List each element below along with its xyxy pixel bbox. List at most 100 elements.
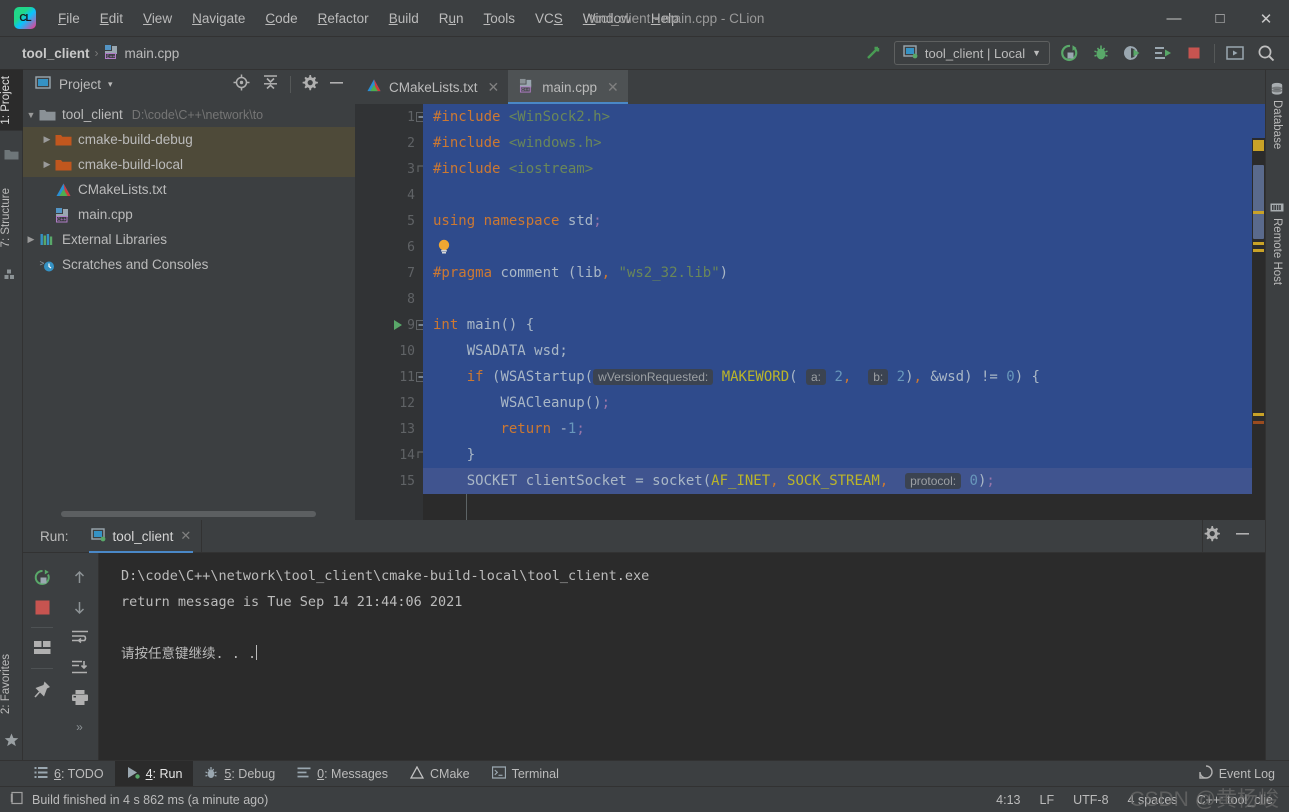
tool-window-cmake[interactable]: CMake bbox=[399, 761, 481, 787]
maximize-button[interactable]: □ bbox=[1197, 0, 1243, 37]
gear-icon[interactable] bbox=[1203, 525, 1220, 547]
editor-marker-bar[interactable] bbox=[1252, 138, 1265, 520]
menu-vcs[interactable]: VCS bbox=[525, 7, 573, 30]
print-icon[interactable] bbox=[65, 682, 95, 712]
chevron-down-icon[interactable]: ▾ bbox=[108, 79, 113, 90]
code-line[interactable]: #include <windows.h> bbox=[423, 130, 1265, 156]
warning-marker[interactable] bbox=[1253, 413, 1264, 416]
menu-help[interactable]: Help bbox=[641, 7, 689, 30]
collapse-all-icon[interactable] bbox=[261, 73, 280, 97]
close-button[interactable]: ✕ bbox=[1243, 0, 1289, 37]
menu-build[interactable]: Build bbox=[379, 7, 429, 30]
editor-scrollbar-thumb[interactable] bbox=[1253, 165, 1264, 239]
folder-icon[interactable] bbox=[4, 148, 19, 163]
tool-window-todo[interactable]: 6: TODO bbox=[23, 761, 115, 787]
down-icon[interactable] bbox=[65, 592, 95, 622]
gear-icon[interactable] bbox=[301, 74, 318, 96]
warning-marker[interactable] bbox=[1253, 242, 1264, 245]
menu-view[interactable]: View bbox=[133, 7, 182, 30]
scroll-to-end-icon[interactable] bbox=[65, 652, 95, 682]
minimize-button[interactable]: — bbox=[1151, 0, 1197, 37]
menu-run[interactable]: Run bbox=[429, 7, 474, 30]
hide-icon[interactable] bbox=[1234, 525, 1251, 547]
expand-arrow-icon[interactable]: ▶ bbox=[39, 159, 55, 170]
close-icon[interactable]: ✕ bbox=[607, 79, 619, 96]
tool-window-run[interactable]: 4: Run bbox=[114, 760, 194, 787]
menu-refactor[interactable]: Refactor bbox=[308, 7, 379, 30]
console-output[interactable]: D:\code\C++\network\tool_client\cmake-bu… bbox=[99, 553, 1265, 760]
expand-arrow-icon[interactable]: ▶ bbox=[23, 234, 39, 245]
tree-item-cmake-build-debug[interactable]: ▶ cmake-build-debug bbox=[23, 127, 355, 152]
locate-icon[interactable] bbox=[232, 73, 251, 97]
build-icon[interactable] bbox=[863, 42, 885, 64]
tree-item-cmakelists[interactable]: CMakeLists.txt bbox=[23, 177, 355, 202]
search-everywhere-icon[interactable] bbox=[1255, 42, 1277, 64]
sidebar-item-project[interactable]: 1: Project bbox=[0, 70, 23, 131]
sidebar-item-remote-host[interactable]: Remote Host bbox=[1265, 195, 1289, 291]
soft-wrap-icon[interactable] bbox=[65, 622, 95, 652]
terminal-icon[interactable] bbox=[1224, 42, 1246, 64]
run-with-coverage-icon[interactable] bbox=[1121, 42, 1143, 64]
tree-item-main-cpp[interactable]: C++ main.cpp bbox=[23, 202, 355, 227]
run-gutter-icon[interactable] bbox=[391, 312, 405, 338]
close-icon[interactable]: ✕ bbox=[180, 528, 191, 544]
tab-cmakelists[interactable]: CMakeLists.txt ✕ bbox=[355, 70, 508, 104]
tool-window-terminal[interactable]: Terminal bbox=[481, 761, 570, 787]
event-log-button[interactable]: Event Log bbox=[1199, 765, 1289, 782]
code-line[interactable] bbox=[423, 234, 1265, 260]
run-configuration-selector[interactable]: tool_client | Local ▼ bbox=[893, 41, 1050, 65]
language-level[interactable]: C++: tool_clie bbox=[1197, 793, 1273, 807]
structure-icon[interactable] bbox=[4, 268, 19, 283]
tree-item-scratches[interactable]: > Scratches and Consoles bbox=[23, 252, 355, 277]
sidebar-item-database[interactable]: Database bbox=[1265, 76, 1289, 155]
inspection-status-marker[interactable] bbox=[1253, 140, 1264, 151]
menu-code[interactable]: Code bbox=[255, 7, 307, 30]
tree-item-cmake-build-local[interactable]: ▶ cmake-build-local bbox=[23, 152, 355, 177]
code-text-area[interactable]: #include <WinSock2.h> #include <windows.h… bbox=[423, 104, 1265, 520]
run-tab-tool_client[interactable]: tool_client ✕ bbox=[81, 520, 202, 553]
menu-navigate[interactable]: Navigate bbox=[182, 7, 255, 30]
sidebar-item-structure[interactable]: 7: Structure bbox=[0, 182, 23, 253]
breadcrumb-file[interactable]: C++ main.cpp bbox=[104, 44, 179, 62]
breadcrumb-project[interactable]: tool_client bbox=[22, 46, 90, 61]
hide-icon[interactable] bbox=[328, 74, 349, 96]
tab-main-cpp[interactable]: C++ main.cpp ✕ bbox=[508, 70, 628, 104]
tool-window-debug[interactable]: 5: Debug bbox=[193, 761, 286, 787]
code-line[interactable]: WSACleanup(); bbox=[423, 390, 1265, 416]
code-line[interactable]: using namespace std; bbox=[423, 208, 1265, 234]
file-encoding[interactable]: UTF-8 bbox=[1073, 793, 1108, 807]
menu-tools[interactable]: Tools bbox=[474, 7, 526, 30]
code-line[interactable]: WSADATA wsd; bbox=[423, 338, 1265, 364]
tool-window-messages[interactable]: 0: Messages bbox=[286, 761, 399, 787]
more-icon[interactable]: » bbox=[65, 712, 95, 742]
indent-setting[interactable]: 4 spaces bbox=[1128, 793, 1178, 807]
menu-edit[interactable]: Edit bbox=[90, 7, 133, 30]
project-horizontal-scrollbar[interactable] bbox=[61, 511, 316, 517]
rerun-icon[interactable] bbox=[27, 562, 57, 592]
code-line[interactable]: return -1; bbox=[423, 416, 1265, 442]
sidebar-item-favorites[interactable]: 2: Favorites bbox=[0, 648, 23, 720]
code-line[interactable]: int main() { bbox=[423, 312, 1265, 338]
code-line[interactable] bbox=[423, 182, 1265, 208]
warning-marker[interactable] bbox=[1253, 249, 1264, 252]
up-icon[interactable] bbox=[65, 562, 95, 592]
line-separator[interactable]: LF bbox=[1040, 793, 1055, 807]
code-line[interactable]: #pragma comment (lib, "ws2_32.lib") bbox=[423, 260, 1265, 286]
tree-item-external-libraries[interactable]: ▶ External Libraries bbox=[23, 227, 355, 252]
code-line[interactable]: #include <WinSock2.h> bbox=[423, 104, 1265, 130]
star-icon[interactable] bbox=[4, 733, 19, 748]
intention-bulb-icon[interactable] bbox=[435, 238, 453, 256]
status-message[interactable]: Build finished in 4 s 862 ms (a minute a… bbox=[0, 791, 268, 808]
menu-window[interactable]: Window bbox=[573, 7, 641, 30]
stop-icon[interactable] bbox=[1183, 42, 1205, 64]
pin-icon[interactable] bbox=[27, 674, 57, 704]
debug-icon[interactable] bbox=[1090, 42, 1112, 64]
run-icon[interactable] bbox=[1059, 42, 1081, 64]
caret-position[interactable]: 4:13 bbox=[996, 793, 1020, 807]
code-line[interactable]: #include <iostream> bbox=[423, 156, 1265, 182]
profile-icon[interactable] bbox=[1152, 42, 1174, 64]
layout-icon[interactable] bbox=[27, 633, 57, 663]
warning-marker[interactable] bbox=[1253, 211, 1264, 214]
stop-icon[interactable] bbox=[27, 592, 57, 622]
expand-arrow-icon[interactable]: ▶ bbox=[39, 134, 55, 145]
